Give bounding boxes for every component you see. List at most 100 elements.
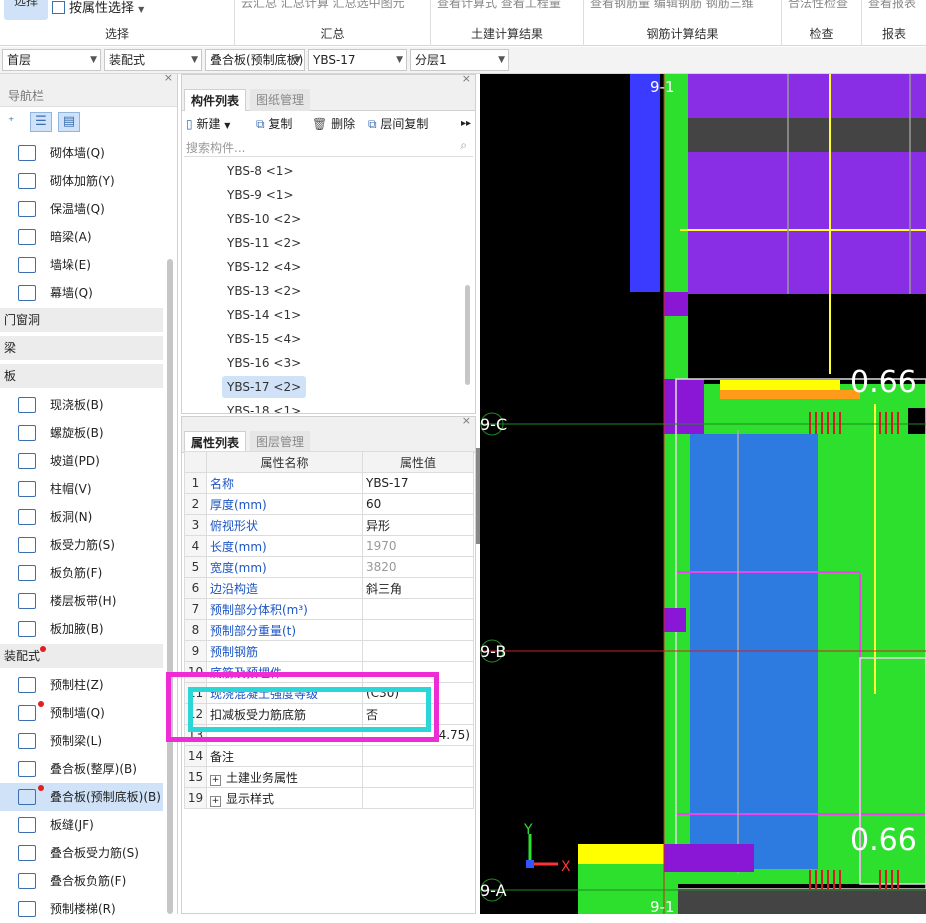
- list-view-icon[interactable]: ☰: [30, 112, 52, 132]
- nav-item-slab-main-rebar[interactable]: 板受力筋(S): [0, 531, 163, 559]
- prop-value[interactable]: [362, 745, 474, 767]
- prop-group[interactable]: + 土建业务属性: [206, 766, 363, 788]
- prop-value[interactable]: 60: [362, 493, 474, 515]
- list-item[interactable]: YBS-9 <1>: [222, 184, 299, 206]
- close-icon[interactable]: ×: [164, 71, 173, 84]
- layer-select[interactable]: 分层1 ▼: [410, 49, 509, 71]
- nav-item-floor-strip[interactable]: 楼层板带(H): [0, 587, 163, 615]
- table-row[interactable]: 1 名称 YBS-17: [184, 472, 474, 494]
- detail-view-icon[interactable]: ▤: [58, 112, 80, 132]
- nav-item-prefab-stair[interactable]: 预制楼梯(R): [0, 895, 163, 923]
- nav-item-composite-slab-prefab[interactable]: 叠合板(预制底板)(B): [0, 783, 163, 811]
- category-prefab[interactable]: 装配式: [0, 644, 163, 668]
- component-select[interactable]: YBS-17 ▼: [308, 49, 407, 71]
- tab-drawing-manage[interactable]: 图纸管理: [250, 89, 311, 111]
- list-item[interactable]: YBS-18 <1>: [222, 400, 306, 413]
- list-item[interactable]: YBS-8 <1>: [222, 160, 299, 182]
- search-input[interactable]: 搜索构件...: [186, 139, 245, 156]
- category-slab[interactable]: 板: [0, 364, 163, 388]
- expand-icon[interactable]: +: [210, 774, 221, 786]
- group-title: 钢筋计算结果: [646, 27, 719, 41]
- list-scrollbar[interactable]: [465, 285, 470, 385]
- nav-item-slab-hole[interactable]: 板洞(N): [0, 503, 163, 531]
- close-icon[interactable]: ×: [462, 414, 471, 427]
- nav-item-composite-neg-rebar[interactable]: 叠合板负筋(F): [0, 867, 163, 895]
- copy-button[interactable]: ⧉ 复制: [256, 112, 292, 136]
- group-top-buttons[interactable]: 查看报表: [868, 0, 916, 11]
- prop-value[interactable]: 3820: [362, 556, 474, 578]
- group-top-buttons[interactable]: 查看钢筋量 编辑钢筋 钢筋三维: [590, 0, 754, 11]
- close-icon[interactable]: ×: [462, 72, 471, 85]
- table-row[interactable]: 3 俯视形状 异形: [184, 514, 474, 536]
- nav-item-ramp[interactable]: 坡道(PD): [0, 447, 163, 475]
- nav-item-wall-pier[interactable]: 墙垛(E): [0, 251, 163, 279]
- nav-item-slab-haunch[interactable]: 板加腋(B): [0, 615, 163, 643]
- list-item[interactable]: YBS-12 <4>: [222, 256, 306, 278]
- list-item[interactable]: YBS-16 <3>: [222, 352, 306, 374]
- delete-button[interactable]: 🗑 删除: [312, 112, 355, 136]
- list-item[interactable]: YBS-14 <1>: [222, 304, 306, 326]
- prop-value[interactable]: 异形: [362, 514, 474, 536]
- group-rebar: 查看钢筋量 编辑钢筋 钢筋三维钢筋计算结果: [584, 0, 782, 46]
- type-select[interactable]: 叠合板(预制底板) ▼: [205, 49, 305, 71]
- table-row[interactable]: 8 预制部分重量(t): [184, 619, 474, 641]
- table-row[interactable]: 9 预制钢筋: [184, 640, 474, 662]
- nav-item-hidden-beam[interactable]: 暗梁(A): [0, 223, 163, 251]
- list-item[interactable]: YBS-15 <4>: [222, 328, 306, 350]
- table-row[interactable]: 4 长度(mm) 1970: [184, 535, 474, 557]
- list-item[interactable]: YBS-10 <2>: [222, 208, 306, 230]
- category-door-window[interactable]: 门窗洞: [0, 308, 163, 332]
- pin-icon[interactable]: ⁺: [8, 114, 14, 128]
- nav-item-cast-slab[interactable]: 现浇板(B): [0, 391, 163, 419]
- search-box[interactable]: 搜索构件... ⌕: [184, 137, 473, 157]
- group-select: 选择: [0, 0, 235, 46]
- prop-value[interactable]: 1970: [362, 535, 474, 557]
- tab-component-list[interactable]: 构件列表: [184, 89, 247, 111]
- table-row[interactable]: 5 宽度(mm) 3820: [184, 556, 474, 578]
- list-item[interactable]: YBS-13 <2>: [222, 280, 306, 302]
- category-beam[interactable]: 梁: [0, 336, 163, 360]
- nav-item-spiral-slab[interactable]: 螺旋板(B): [0, 419, 163, 447]
- prop-value[interactable]: [362, 640, 474, 662]
- tab-property-list[interactable]: 属性列表: [184, 431, 247, 453]
- nav-item-composite-slab-full[interactable]: 叠合板(整厚)(B): [0, 755, 163, 783]
- table-row[interactable]: 7 预制部分体积(m³): [184, 598, 474, 620]
- prop-value[interactable]: 斜三角: [362, 577, 474, 599]
- floor-select[interactable]: 首层 ▼: [2, 49, 101, 71]
- nav-item-curtain-wall[interactable]: 幕墙(Q): [0, 279, 163, 307]
- nav-item-masonry-wall[interactable]: 砌体墙(Q): [0, 139, 163, 167]
- nav-item-prefab-wall[interactable]: 预制墙(Q): [0, 699, 163, 727]
- table-row[interactable]: 19 + 显示样式: [184, 787, 474, 809]
- prop-value[interactable]: [362, 598, 474, 620]
- tab-layer-manage[interactable]: 图层管理: [250, 431, 311, 453]
- group-top-buttons[interactable]: 查看计算式 查看工程量: [437, 0, 561, 11]
- table-row[interactable]: 2 厚度(mm) 60: [184, 493, 474, 515]
- prop-group[interactable]: + 显示样式: [206, 787, 363, 809]
- new-button[interactable]: ▯ 新建 ▼: [186, 112, 230, 138]
- nav-item-prefab-column[interactable]: 预制柱(Z): [0, 671, 163, 699]
- nav-item-composite-main-rebar[interactable]: 叠合板受力筋(S): [0, 839, 163, 867]
- nav-scrollbar[interactable]: [167, 259, 173, 914]
- table-row[interactable]: 15 + 土建业务属性: [184, 766, 474, 788]
- nav-item-column-cap[interactable]: 柱帽(V): [0, 475, 163, 503]
- nav-item-prefab-beam[interactable]: 预制梁(L): [0, 727, 163, 755]
- group-top-buttons[interactable]: 合法性检查: [788, 0, 848, 11]
- nav-item-insulation-wall[interactable]: 保温墙(Q): [0, 195, 163, 223]
- purple-block-left: [664, 379, 704, 434]
- nav-item-slab-joint[interactable]: 板缝(JF): [0, 811, 163, 839]
- prop-value[interactable]: YBS-17: [362, 472, 474, 494]
- group-top-buttons[interactable]: 云汇总 汇总计算 汇总选中图元: [241, 0, 405, 11]
- nav-item-masonry-rebar[interactable]: 砌体加筋(Y): [0, 167, 163, 195]
- panel-topbar: ×: [182, 72, 475, 87]
- drawing-canvas[interactable]: 9-1 9-C 9-B 9-A 9-1 0.66 0.66 Y X: [480, 74, 926, 914]
- floor-copy-button[interactable]: ⧉ 层间复制: [368, 112, 428, 136]
- list-item[interactable]: YBS-11 <2>: [222, 232, 306, 254]
- category-select[interactable]: 装配式 ▼: [104, 49, 202, 71]
- table-row[interactable]: 6 边沿构造 斜三角: [184, 577, 474, 599]
- list-item-selected[interactable]: YBS-17 <2>: [222, 376, 307, 398]
- prop-value[interactable]: [362, 619, 474, 641]
- more-icon[interactable]: ▸▸: [461, 112, 471, 136]
- expand-icon[interactable]: +: [210, 795, 221, 807]
- nav-item-slab-neg-rebar[interactable]: 板负筋(F): [0, 559, 163, 587]
- table-row[interactable]: 14 备注: [184, 745, 474, 767]
